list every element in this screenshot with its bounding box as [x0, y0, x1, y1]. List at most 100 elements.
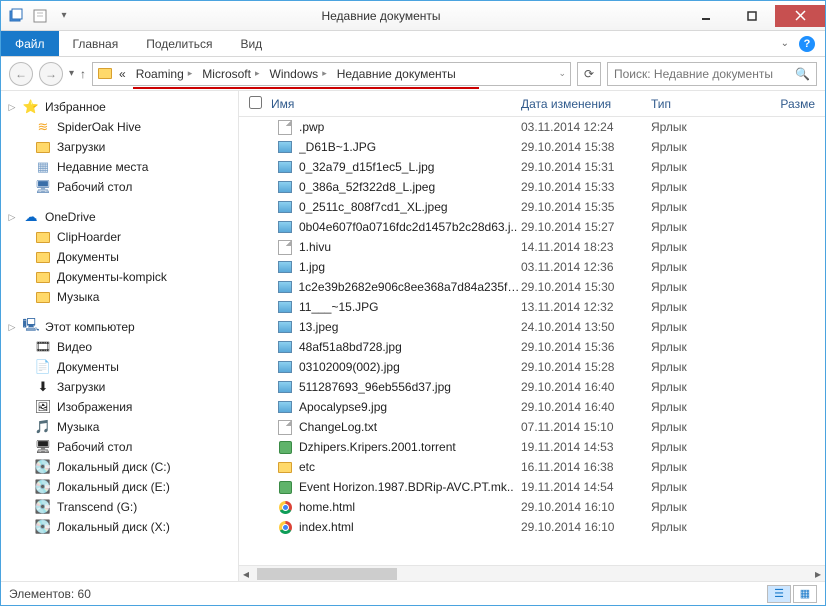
search-input[interactable] [614, 67, 789, 81]
nav-item[interactable]: Документы-kompick [1, 267, 238, 287]
up-button[interactable]: ↑ [80, 67, 86, 81]
tab-file[interactable]: Файл [1, 31, 59, 56]
table-row[interactable]: _D61B~1.JPG29.10.2014 15:38Ярлык [239, 137, 825, 157]
select-all-checkbox[interactable] [249, 96, 262, 109]
col-type[interactable]: Тип [651, 97, 737, 111]
drive-icon: 📄 [35, 359, 51, 375]
table-row[interactable]: 1c2e39b2682e906c8ee368a7d84a235f_f..29.1… [239, 277, 825, 297]
nav-item[interactable]: 💽Локальный диск (E:) [1, 477, 238, 497]
file-icon [277, 279, 293, 295]
file-name: Apocalypse9.jpg [299, 400, 387, 414]
col-name[interactable]: Имя [271, 97, 521, 111]
table-row[interactable]: 0_2511c_808f7cd1_XL.jpeg29.10.2014 15:35… [239, 197, 825, 217]
table-row[interactable]: index.html29.10.2014 16:10Ярлык [239, 517, 825, 537]
file-type: Ярлык [651, 220, 737, 234]
breadcrumb-seg[interactable]: Roaming ▸ [132, 67, 197, 81]
table-row[interactable]: ChangeLog.txt07.11.2014 15:10Ярлык [239, 417, 825, 437]
file-type: Ярлык [651, 420, 737, 434]
table-row[interactable]: 511287693_96eb556d37.jpg29.10.2014 16:40… [239, 377, 825, 397]
table-row[interactable]: 48af51a8bd728.jpg29.10.2014 15:36Ярлык [239, 337, 825, 357]
table-row[interactable]: 13.jpeg24.10.2014 13:50Ярлык [239, 317, 825, 337]
breadcrumb-dropdown-icon[interactable]: ⌄ [558, 68, 566, 79]
tab-view[interactable]: Вид [226, 31, 276, 56]
folder-icon [35, 229, 51, 245]
breadcrumb-seg[interactable]: Недавние документы [333, 67, 460, 81]
nav-item[interactable]: ≋SpiderOak Hive [1, 117, 238, 137]
nav-item[interactable]: 🖥Рабочий стол [1, 437, 238, 457]
refresh-button[interactable]: ⟳ [577, 62, 601, 86]
col-size[interactable]: Разме [737, 97, 825, 111]
file-icon [277, 339, 293, 355]
details-view-button[interactable]: ☰ [767, 585, 791, 603]
nav-item[interactable]: Загрузки [1, 137, 238, 157]
search-box[interactable]: 🔍 [607, 62, 817, 86]
file-rows[interactable]: .pwp03.11.2014 12:24Ярлык_D61B~1.JPG29.1… [239, 117, 825, 565]
table-row[interactable]: Event Horizon.1987.BDRip-AVC.PT.mk..19.1… [239, 477, 825, 497]
icons-view-button[interactable]: ▦ [793, 585, 817, 603]
breadcrumb-overflow[interactable]: « [115, 67, 130, 81]
tab-share[interactable]: Поделиться [132, 31, 226, 56]
drive-icon: 🎵 [35, 419, 51, 435]
nav-item[interactable]: ▦Недавние места [1, 157, 238, 177]
breadcrumb[interactable]: « Roaming ▸ Microsoft ▸ Windows ▸ Недавн… [92, 62, 571, 86]
file-date: 03.11.2014 12:36 [521, 260, 651, 274]
help-icon[interactable]: ? [799, 36, 815, 52]
forward-button[interactable]: → [39, 62, 63, 86]
qat-dropdown-icon[interactable]: ▾ [53, 5, 75, 27]
nav-item[interactable]: 🎞Видео [1, 337, 238, 357]
back-button[interactable]: ← [9, 62, 33, 86]
horizontal-scrollbar[interactable]: ◂▸ [239, 565, 825, 581]
table-row[interactable]: 1.hivu14.11.2014 18:23Ярлык [239, 237, 825, 257]
search-icon[interactable]: 🔍 [795, 67, 810, 81]
file-type: Ярлык [651, 480, 737, 494]
nav-favorites[interactable]: ▷⭐Избранное [1, 97, 238, 117]
nav-item[interactable]: 🖼Изображения [1, 397, 238, 417]
nav-item[interactable]: Музыка [1, 287, 238, 307]
breadcrumb-seg[interactable]: Microsoft ▸ [198, 67, 263, 81]
nav-item[interactable]: 🎵Музыка [1, 417, 238, 437]
nav-thispc[interactable]: ▷🖳Этот компьютер [1, 317, 238, 337]
nav-item[interactable]: ClipHoarder [1, 227, 238, 247]
close-button[interactable] [775, 5, 825, 27]
ribbon-expand-icon[interactable]: ⌄ [781, 38, 789, 49]
nav-item[interactable]: 💽Локальный диск (C:) [1, 457, 238, 477]
nav-item[interactable]: Документы [1, 247, 238, 267]
file-name: 03102009(002).jpg [299, 360, 400, 374]
nav-item[interactable]: ⬇Загрузки [1, 377, 238, 397]
navigation-pane[interactable]: ▷⭐Избранное ≋SpiderOak Hive Загрузки ▦Не… [1, 91, 239, 581]
nav-item[interactable]: 💽Локальный диск (X:) [1, 517, 238, 537]
item-count-label: Элементов: [9, 587, 74, 601]
file-type: Ярлык [651, 400, 737, 414]
table-row[interactable]: 0b04e607f0a0716fdc2d1457b2c28d63.j..29.1… [239, 217, 825, 237]
table-row[interactable]: 03102009(002).jpg29.10.2014 15:28Ярлык [239, 357, 825, 377]
nav-item[interactable]: 📄Документы [1, 357, 238, 377]
recent-locations-icon[interactable]: ▾ [69, 68, 74, 79]
table-row[interactable]: 11___~15.JPG13.11.2014 12:32Ярлык [239, 297, 825, 317]
table-row[interactable]: Apocalypse9.jpg29.10.2014 16:40Ярлык [239, 397, 825, 417]
file-icon [277, 499, 293, 515]
nav-item[interactable]: 💽Transcend (G:) [1, 497, 238, 517]
minimize-button[interactable] [683, 5, 729, 27]
file-icon [277, 399, 293, 415]
properties-icon[interactable] [5, 5, 27, 27]
file-type: Ярлык [651, 120, 737, 134]
file-icon [277, 319, 293, 335]
table-row[interactable]: .pwp03.11.2014 12:24Ярлык [239, 117, 825, 137]
maximize-button[interactable] [729, 5, 775, 27]
breadcrumb-seg[interactable]: Windows ▸ [266, 67, 331, 81]
nav-item[interactable]: 🖥Рабочий стол [1, 177, 238, 197]
new-folder-icon[interactable] [29, 5, 51, 27]
table-row[interactable]: Dzhipers.Kripers.2001.torrent19.11.2014 … [239, 437, 825, 457]
file-type: Ярлык [651, 460, 737, 474]
table-row[interactable]: 0_32a79_d15f1ec5_L.jpg29.10.2014 15:31Яр… [239, 157, 825, 177]
table-row[interactable]: etc16.11.2014 16:38Ярлык [239, 457, 825, 477]
nav-onedrive[interactable]: ▷☁OneDrive [1, 207, 238, 227]
col-date[interactable]: Дата изменения [521, 97, 651, 111]
file-type: Ярлык [651, 360, 737, 374]
table-row[interactable]: 0_386a_52f322d8_L.jpeg29.10.2014 15:33Яр… [239, 177, 825, 197]
table-row[interactable]: 1.jpg03.11.2014 12:36Ярлык [239, 257, 825, 277]
file-name: Dzhipers.Kripers.2001.torrent [299, 440, 456, 454]
table-row[interactable]: home.html29.10.2014 16:10Ярлык [239, 497, 825, 517]
tab-home[interactable]: Главная [59, 31, 133, 56]
file-date: 13.11.2014 12:32 [521, 300, 651, 314]
